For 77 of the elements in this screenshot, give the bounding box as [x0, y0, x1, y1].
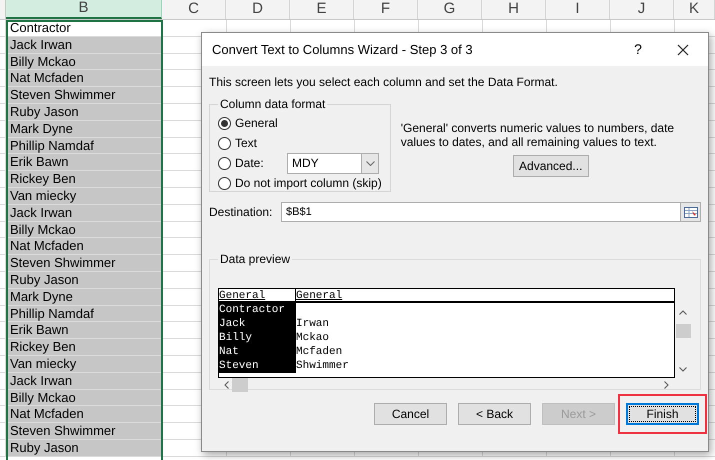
- column-header[interactable]: J: [610, 0, 674, 19]
- dialog-button[interactable]: < Back: [458, 403, 531, 425]
- group-title: Data preview: [219, 251, 292, 268]
- table-cell[interactable]: Rickey Ben: [6, 339, 162, 355]
- window-title: Convert Text to Columns Wizard - Step 3 of 3: [212, 40, 474, 59]
- column-header[interactable]: General: [296, 289, 674, 301]
- table-cell[interactable]: Ruby Jason: [6, 104, 162, 120]
- table-cell[interactable]: Billy Mckao: [6, 222, 162, 238]
- dialog-button[interactable]: Cancel: [374, 403, 447, 425]
- column-header[interactable]: K: [674, 0, 715, 19]
- radio-label[interactable]: Date:: [235, 154, 283, 172]
- column-header[interactable]: G: [418, 0, 482, 19]
- scroll-down-icon[interactable]: [679, 367, 687, 372]
- preview-cell: Shwimmer: [296, 360, 349, 372]
- close-icon: [677, 44, 689, 56]
- table-cell[interactable]: Rickey Ben: [6, 171, 162, 187]
- table-cell[interactable]: Erik Bawn: [6, 322, 162, 338]
- radio-label[interactable]: General: [235, 114, 283, 132]
- scroll-right-icon[interactable]: [664, 381, 669, 389]
- table-cell[interactable]: Mark Dyne: [6, 288, 162, 305]
- chevron-down-icon: [366, 160, 374, 166]
- table-cell[interactable]: Phillip Namdaf: [6, 138, 162, 154]
- radio-button[interactable]: [218, 116, 231, 130]
- table-cell[interactable]: Nat Mcfaden: [6, 238, 162, 254]
- table-cell[interactable]: Ruby Jason: [6, 272, 162, 288]
- instruction-text: This screen lets you select each column and set the Data Format.: [209, 74, 559, 91]
- preview-cell: Irwan: [296, 318, 330, 330]
- dialog-button[interactable]: Finish: [626, 403, 699, 425]
- range-picker-icon: [684, 206, 698, 218]
- preview-cell: Billy: [219, 332, 252, 344]
- radio-button[interactable]: [218, 156, 231, 170]
- preview-cell: Steven: [219, 360, 259, 372]
- column-header[interactable]: C: [162, 0, 226, 19]
- column-header[interactable]: D: [226, 0, 290, 19]
- preview-cell: Mcfaden: [296, 346, 342, 358]
- scroll-left-icon[interactable]: [224, 381, 229, 389]
- column-header[interactable]: H: [482, 0, 546, 19]
- table-cell[interactable]: Jack Irwan: [6, 372, 162, 389]
- scroll-thumb[interactable]: [676, 324, 690, 338]
- table-cell[interactable]: Jack Irwan: [6, 204, 162, 221]
- preview-cell: Jack: [219, 318, 246, 330]
- preview-column[interactable]: Contractor Jack Billy Nat Steven: [219, 303, 296, 373]
- date-dropdown[interactable]: MDY: [287, 152, 379, 174]
- preview-cell: Contractor: [219, 304, 286, 316]
- scroll-up-icon[interactable]: [679, 310, 687, 315]
- column-header[interactable]: I: [546, 0, 610, 19]
- column-header[interactable]: B: [6, 0, 162, 19]
- table-cell[interactable]: Jack Irwan: [6, 36, 162, 53]
- radio-button[interactable]: [218, 136, 231, 150]
- scroll-thumb[interactable]: [232, 378, 248, 392]
- table-cell[interactable]: Nat Mcfaden: [6, 406, 162, 422]
- table-cell[interactable]: Van miecky: [6, 356, 162, 372]
- radio-label[interactable]: Text: [235, 134, 283, 152]
- table-cell[interactable]: Van miecky: [6, 188, 162, 204]
- table-cell[interactable]: Steven Shwimmer: [6, 87, 162, 103]
- column-header[interactable]: General: [219, 289, 296, 301]
- field-label: Destination:: [209, 204, 274, 221]
- column-header[interactable]: E: [290, 0, 354, 19]
- table-cell[interactable]: Steven Shwimmer: [6, 255, 162, 271]
- table-cell[interactable]: Mark Dyne: [6, 120, 162, 137]
- preview-cell: Nat: [219, 346, 239, 358]
- table-cell[interactable]: Phillip Namdaf: [6, 306, 162, 322]
- column-header[interactable]: F: [354, 0, 418, 19]
- radio-label[interactable]: Do not import column (skip): [235, 174, 382, 192]
- table-cell[interactable]: Nat Mcfaden: [6, 70, 162, 86]
- table-cell[interactable]: Billy Mckao: [6, 54, 162, 70]
- table-cell[interactable]: Ruby Jason: [6, 440, 162, 456]
- table-cell[interactable]: Billy Mckao: [6, 390, 162, 406]
- description-text: 'General' converts numeric values to numbers, date values to dates, and all remaining values to text.: [400, 121, 676, 149]
- table-cell[interactable]: Steven Shwimmer: [6, 423, 162, 439]
- group-title: Column data format: [219, 96, 326, 113]
- advanced-button[interactable]: Advanced...: [512, 155, 589, 177]
- help-button[interactable]: ?: [618, 39, 658, 60]
- preview-cell: Mckao: [296, 332, 330, 344]
- destination-field[interactable]: $B$1: [281, 202, 701, 222]
- table-cell[interactable]: Erik Bawn: [6, 154, 162, 170]
- radio-button[interactable]: [218, 176, 231, 190]
